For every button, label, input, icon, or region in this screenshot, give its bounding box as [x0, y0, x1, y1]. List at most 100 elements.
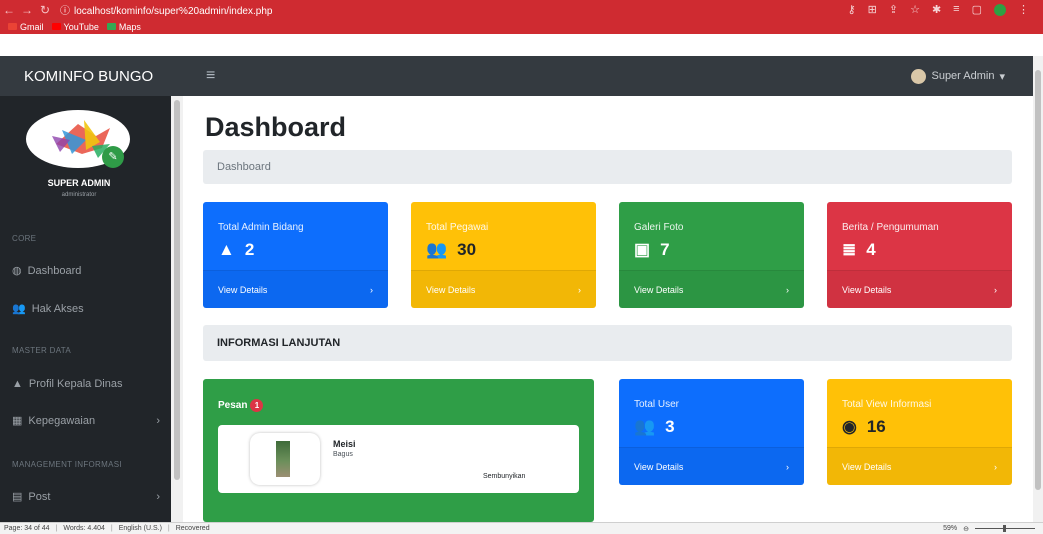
sidebar-heading-core: CORE — [12, 234, 37, 243]
card-total-user: Total User 👥 3 View Details › — [619, 379, 804, 485]
sidepanel-icon[interactable]: ▢ — [972, 3, 982, 16]
status-bar: Page: 34 of 44 | Words: 4.404 | English (U… — [0, 522, 1043, 534]
message-photo[interactable] — [250, 433, 320, 485]
chevron-right-icon: › — [786, 284, 789, 295]
language-indicator[interactable]: English (U.S.) — [119, 525, 162, 532]
database-icon: ≣ — [842, 240, 857, 259]
sidebar-item-hak-akses[interactable]: 👥 Hak Akses — [12, 302, 160, 316]
zoom-out-icon[interactable]: ⊖ — [963, 525, 969, 533]
card-berita-pengumuman: Berita / Pengumuman ≣ 4 View Details › — [827, 202, 1012, 308]
browser-toolbar: ← → ↻ ⓘ localhost/kominfo/super%20admin/i… — [0, 0, 1043, 34]
eye-icon: ◉ — [842, 417, 857, 436]
card-total-view-informasi: Total View Informasi ◉ 16 View Details › — [827, 379, 1012, 485]
sidebar-item-kepegawaian[interactable]: ▦ Kepegawaian › — [12, 414, 160, 428]
page-top-spacer — [0, 34, 1043, 56]
user-icon: ▲ — [12, 378, 23, 390]
brand-title[interactable]: KOMINFO BUNGO — [0, 68, 178, 85]
users-icon: 👥 — [634, 417, 656, 436]
zoom-slider-knob[interactable] — [1003, 525, 1006, 532]
view-details-link[interactable]: View Details › — [827, 447, 1012, 485]
back-icon[interactable]: ← — [0, 3, 18, 17]
address-bar[interactable]: ⓘ localhost/kominfo/super%20admin/index.p… — [60, 2, 848, 17]
forward-icon[interactable]: → — [18, 3, 36, 17]
bookmark-youtube[interactable]: YouTube — [51, 22, 99, 32]
card-label: Berita / Pengumuman — [842, 222, 939, 233]
sidebar-scroll-thumb[interactable] — [174, 100, 180, 480]
card-total-pegawai: Total Pegawai 👥 30 View Details › — [411, 202, 596, 308]
url-text: localhost/kominfo/super%20admin/index.ph… — [74, 6, 273, 17]
view-details-link[interactable]: View Details › — [411, 270, 596, 308]
view-details-link[interactable]: View Details › — [619, 447, 804, 485]
translate-icon[interactable]: ⊞ — [868, 3, 877, 16]
bookmark-gmail[interactable]: Gmail — [8, 22, 44, 32]
sidebar-item-post[interactable]: ▤ Post › — [12, 490, 160, 504]
view-details-link[interactable]: View Details › — [619, 270, 804, 308]
view-details-link[interactable]: View Details › — [827, 270, 1012, 308]
star-icon[interactable]: ☆ — [910, 3, 920, 16]
chevron-right-icon: › — [786, 461, 789, 472]
chevron-right-icon: › — [578, 284, 581, 295]
youtube-icon — [51, 23, 61, 30]
table-icon: ▦ — [12, 415, 23, 427]
sidebar-scrollbar[interactable] — [171, 96, 183, 522]
sidebar-toggle-icon[interactable]: ≡ — [206, 67, 215, 85]
sidebar-heading-management: MANAGEMENT INFORMASI — [12, 460, 122, 469]
message-item: Meisi Bagus Sembunyikan — [218, 425, 579, 493]
sidebar-item-profil-kepala-dinas[interactable]: ▲ Profil Kepala Dinas — [12, 378, 160, 390]
page-title: Dashboard — [205, 112, 347, 142]
zoom-level[interactable]: 59% — [943, 525, 957, 532]
section-title: INFORMASI LANJUTAN — [203, 325, 1012, 361]
card-label: Total Admin Bidang — [218, 222, 304, 233]
chevron-right-icon: › — [156, 414, 160, 427]
page-count: Page: 34 of 44 — [4, 525, 50, 532]
gmail-icon — [8, 23, 17, 30]
key-icon[interactable]: ⚷ — [848, 3, 856, 16]
sidebar-user-name: SUPER ADMIN — [47, 178, 111, 188]
card-value: 30 — [457, 240, 477, 259]
user-icon: ▲ — [218, 240, 235, 259]
share-icon[interactable]: ⇪ — [889, 3, 898, 16]
word-count: Words: 4.404 — [63, 525, 105, 532]
profile-icon[interactable] — [994, 4, 1006, 16]
chevron-right-icon: › — [370, 284, 373, 295]
message-sender: Meisi — [333, 439, 356, 449]
card-label: Total View Informasi — [842, 399, 932, 410]
extensions-icon[interactable]: ✱ — [932, 3, 941, 16]
image-icon: ▣ — [634, 240, 651, 259]
view-details-link[interactable]: View Details › — [203, 270, 388, 308]
bookmark-maps[interactable]: Maps — [106, 22, 141, 32]
maps-icon — [106, 23, 116, 30]
notification-badge: 1 — [250, 399, 264, 412]
edit-profile-icon[interactable]: ✎ — [102, 146, 124, 168]
card-value: 4 — [866, 240, 876, 259]
card-label: Total Pegawai — [426, 222, 489, 233]
card-value: 16 — [866, 417, 886, 436]
sidebar-heading-master-data: MASTER DATA — [12, 346, 72, 355]
reload-icon[interactable]: ↻ — [36, 3, 54, 17]
main-scroll-thumb[interactable] — [1035, 70, 1041, 490]
user-name: Super Admin — [931, 70, 995, 82]
info-icon: ⓘ — [60, 6, 70, 17]
card-value: 7 — [660, 240, 670, 259]
card-label: Galeri Foto — [634, 222, 684, 233]
zoom-slider[interactable] — [975, 525, 1035, 532]
card-value: 2 — [244, 240, 255, 259]
card-total-admin-bidang: Total Admin Bidang ▲ 2 View Details › — [203, 202, 388, 308]
user-dropdown[interactable]: Super Admin ▾ — [911, 68, 1005, 84]
pesan-title: Pesan — [218, 400, 248, 411]
message-text: Bagus — [333, 451, 353, 458]
sidebar-item-dashboard[interactable]: ◍ Dashboard — [12, 264, 160, 278]
hide-message-button[interactable]: Sembunyikan — [483, 473, 525, 480]
top-navbar: KOMINFO BUNGO ≡ Super Admin ▾ — [0, 56, 1033, 96]
menu-icon[interactable]: ⋮ — [1018, 3, 1029, 16]
breadcrumb: Dashboard — [203, 150, 1012, 184]
card-value: 3 — [665, 417, 675, 436]
post-icon: ▤ — [12, 491, 23, 503]
user-avatar — [911, 68, 927, 84]
recovered-label: Recovered — [175, 525, 210, 532]
chevron-right-icon: › — [156, 490, 160, 503]
playlist-icon[interactable]: ≡ — [953, 3, 959, 16]
main-scrollbar[interactable] — [1033, 56, 1043, 522]
main-content: Dashboard Dashboard Total Admin Bidang ▲… — [183, 96, 1033, 522]
card-galeri-foto: Galeri Foto ▣ 7 View Details › — [619, 202, 804, 308]
